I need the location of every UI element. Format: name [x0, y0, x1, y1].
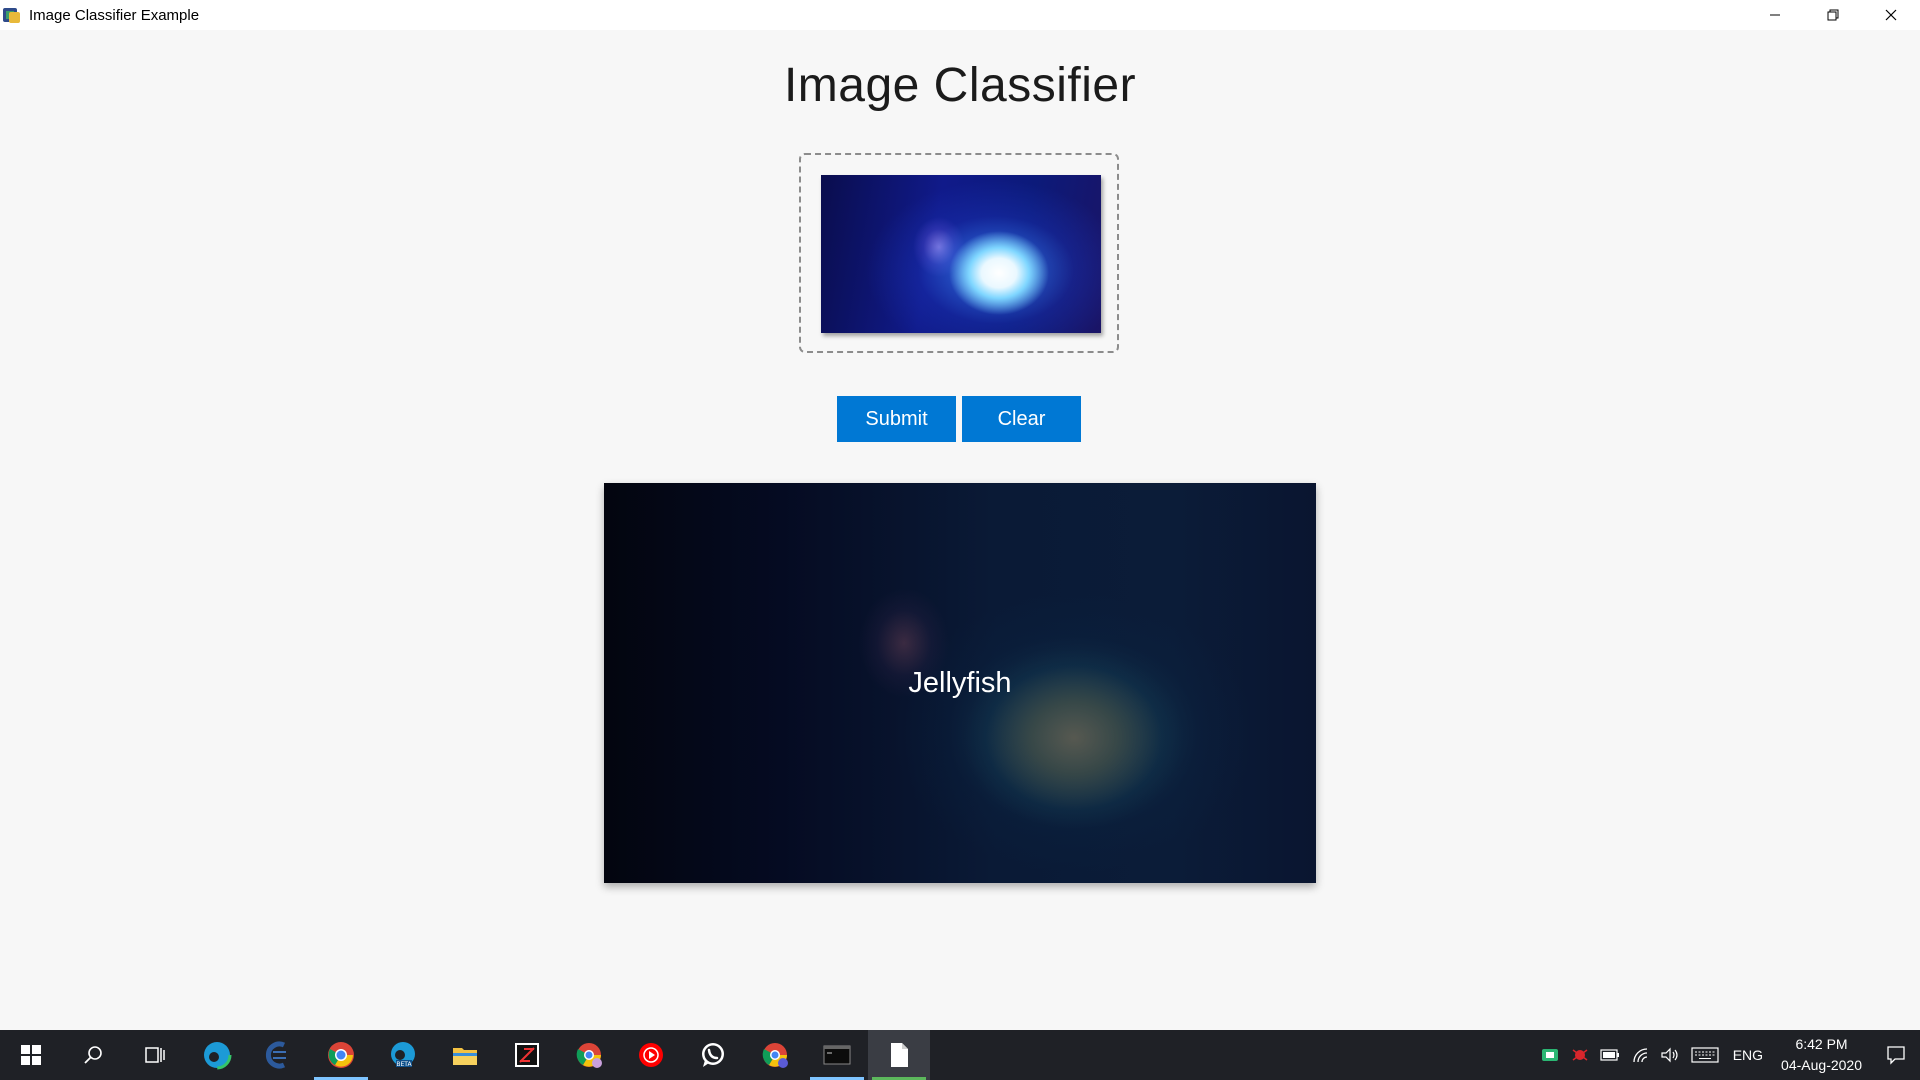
taskbar-app-file-explorer[interactable]	[434, 1030, 496, 1080]
page-title: Image Classifier	[783, 59, 1137, 112]
terminal-icon	[823, 1045, 851, 1065]
whatsapp-icon	[702, 1043, 724, 1067]
taskbar-search-button[interactable]	[62, 1030, 124, 1080]
search-icon	[84, 1046, 102, 1064]
restore-button[interactable]	[1804, 0, 1862, 30]
chrome-profile-2-icon	[762, 1043, 788, 1068]
input-language[interactable]: ENG	[1725, 1047, 1771, 1063]
edge-beta-icon: BETA	[391, 1042, 415, 1068]
touch-keyboard-button[interactable]	[1685, 1030, 1725, 1080]
file-explorer-icon	[453, 1048, 477, 1065]
action-buttons: Submit Clear	[837, 396, 1081, 442]
taskbar-app-edge-beta[interactable]: BETA	[372, 1030, 434, 1080]
taskbar-app-chrome-profile-2[interactable]	[744, 1030, 806, 1080]
clear-button[interactable]: Clear	[962, 396, 1081, 442]
taskbar-app-chrome[interactable]	[310, 1030, 372, 1080]
window-titlebar: Image Classifier Example	[0, 0, 1920, 30]
chrome-profile-icon	[576, 1043, 602, 1068]
taskbar-app-document[interactable]	[868, 1030, 930, 1080]
windows-start-icon	[21, 1045, 41, 1065]
window-title: Image Classifier Example	[29, 6, 200, 24]
prediction-label: Jellyfish	[908, 666, 1012, 699]
minimize-button[interactable]	[1746, 0, 1804, 30]
taskbar: BETA ENG 6:42 PM 04-Aug-2020	[0, 1030, 1920, 1080]
volume-indicator[interactable]	[1655, 1030, 1685, 1080]
youtube-music-icon	[639, 1043, 663, 1067]
battery-icon	[1600, 1049, 1619, 1061]
taskbar-app-eclipse[interactable]	[248, 1030, 310, 1080]
eclipse-icon	[265, 1041, 286, 1069]
clock-time: 6:42 PM	[1795, 1036, 1848, 1052]
tray-app-2[interactable]	[1565, 1030, 1595, 1080]
taskbar-app-terminal[interactable]	[806, 1030, 868, 1080]
task-view-button[interactable]	[124, 1030, 186, 1080]
minimize-icon	[1770, 14, 1780, 16]
bug-icon	[1572, 1049, 1588, 1061]
task-view-icon	[145, 1047, 165, 1063]
network-indicator[interactable]	[1625, 1030, 1655, 1080]
keyboard-icon	[1691, 1047, 1719, 1063]
notification-icon	[1887, 1046, 1905, 1065]
meet-icon	[1541, 1049, 1558, 1061]
volume-icon	[1661, 1047, 1678, 1063]
python-app-icon	[3, 6, 21, 24]
selected-image-thumbnail	[821, 175, 1101, 333]
app-icon	[515, 1043, 539, 1067]
close-icon	[1885, 9, 1897, 21]
tray-app-1[interactable]	[1535, 1030, 1565, 1080]
document-icon	[891, 1043, 908, 1067]
taskbar-app-generic[interactable]	[496, 1030, 558, 1080]
taskbar-app-whatsapp[interactable]	[682, 1030, 744, 1080]
edge-icon	[202, 1040, 232, 1070]
taskbar-app-youtube-music[interactable]	[620, 1030, 682, 1080]
svg-text:BETA: BETA	[396, 1061, 412, 1068]
taskbar-app-edge[interactable]	[186, 1030, 248, 1080]
start-button[interactable]	[0, 1030, 62, 1080]
taskbar-app-chrome-profile[interactable]	[558, 1030, 620, 1080]
result-card: Jellyfish	[604, 483, 1316, 883]
battery-indicator[interactable]	[1595, 1030, 1625, 1080]
submit-button[interactable]: Submit	[837, 396, 956, 442]
window-controls	[1746, 0, 1920, 30]
clock[interactable]: 6:42 PM 04-Aug-2020	[1771, 1034, 1872, 1076]
clock-date: 04-Aug-2020	[1781, 1057, 1862, 1073]
action-center-button[interactable]	[1872, 1030, 1920, 1080]
chrome-icon	[328, 1042, 354, 1068]
close-button[interactable]	[1862, 0, 1920, 30]
system-tray: ENG 6:42 PM 04-Aug-2020	[1535, 1030, 1920, 1080]
image-drop-zone[interactable]	[799, 153, 1119, 353]
restore-icon	[1827, 9, 1839, 21]
wifi-icon	[1633, 1048, 1647, 1063]
